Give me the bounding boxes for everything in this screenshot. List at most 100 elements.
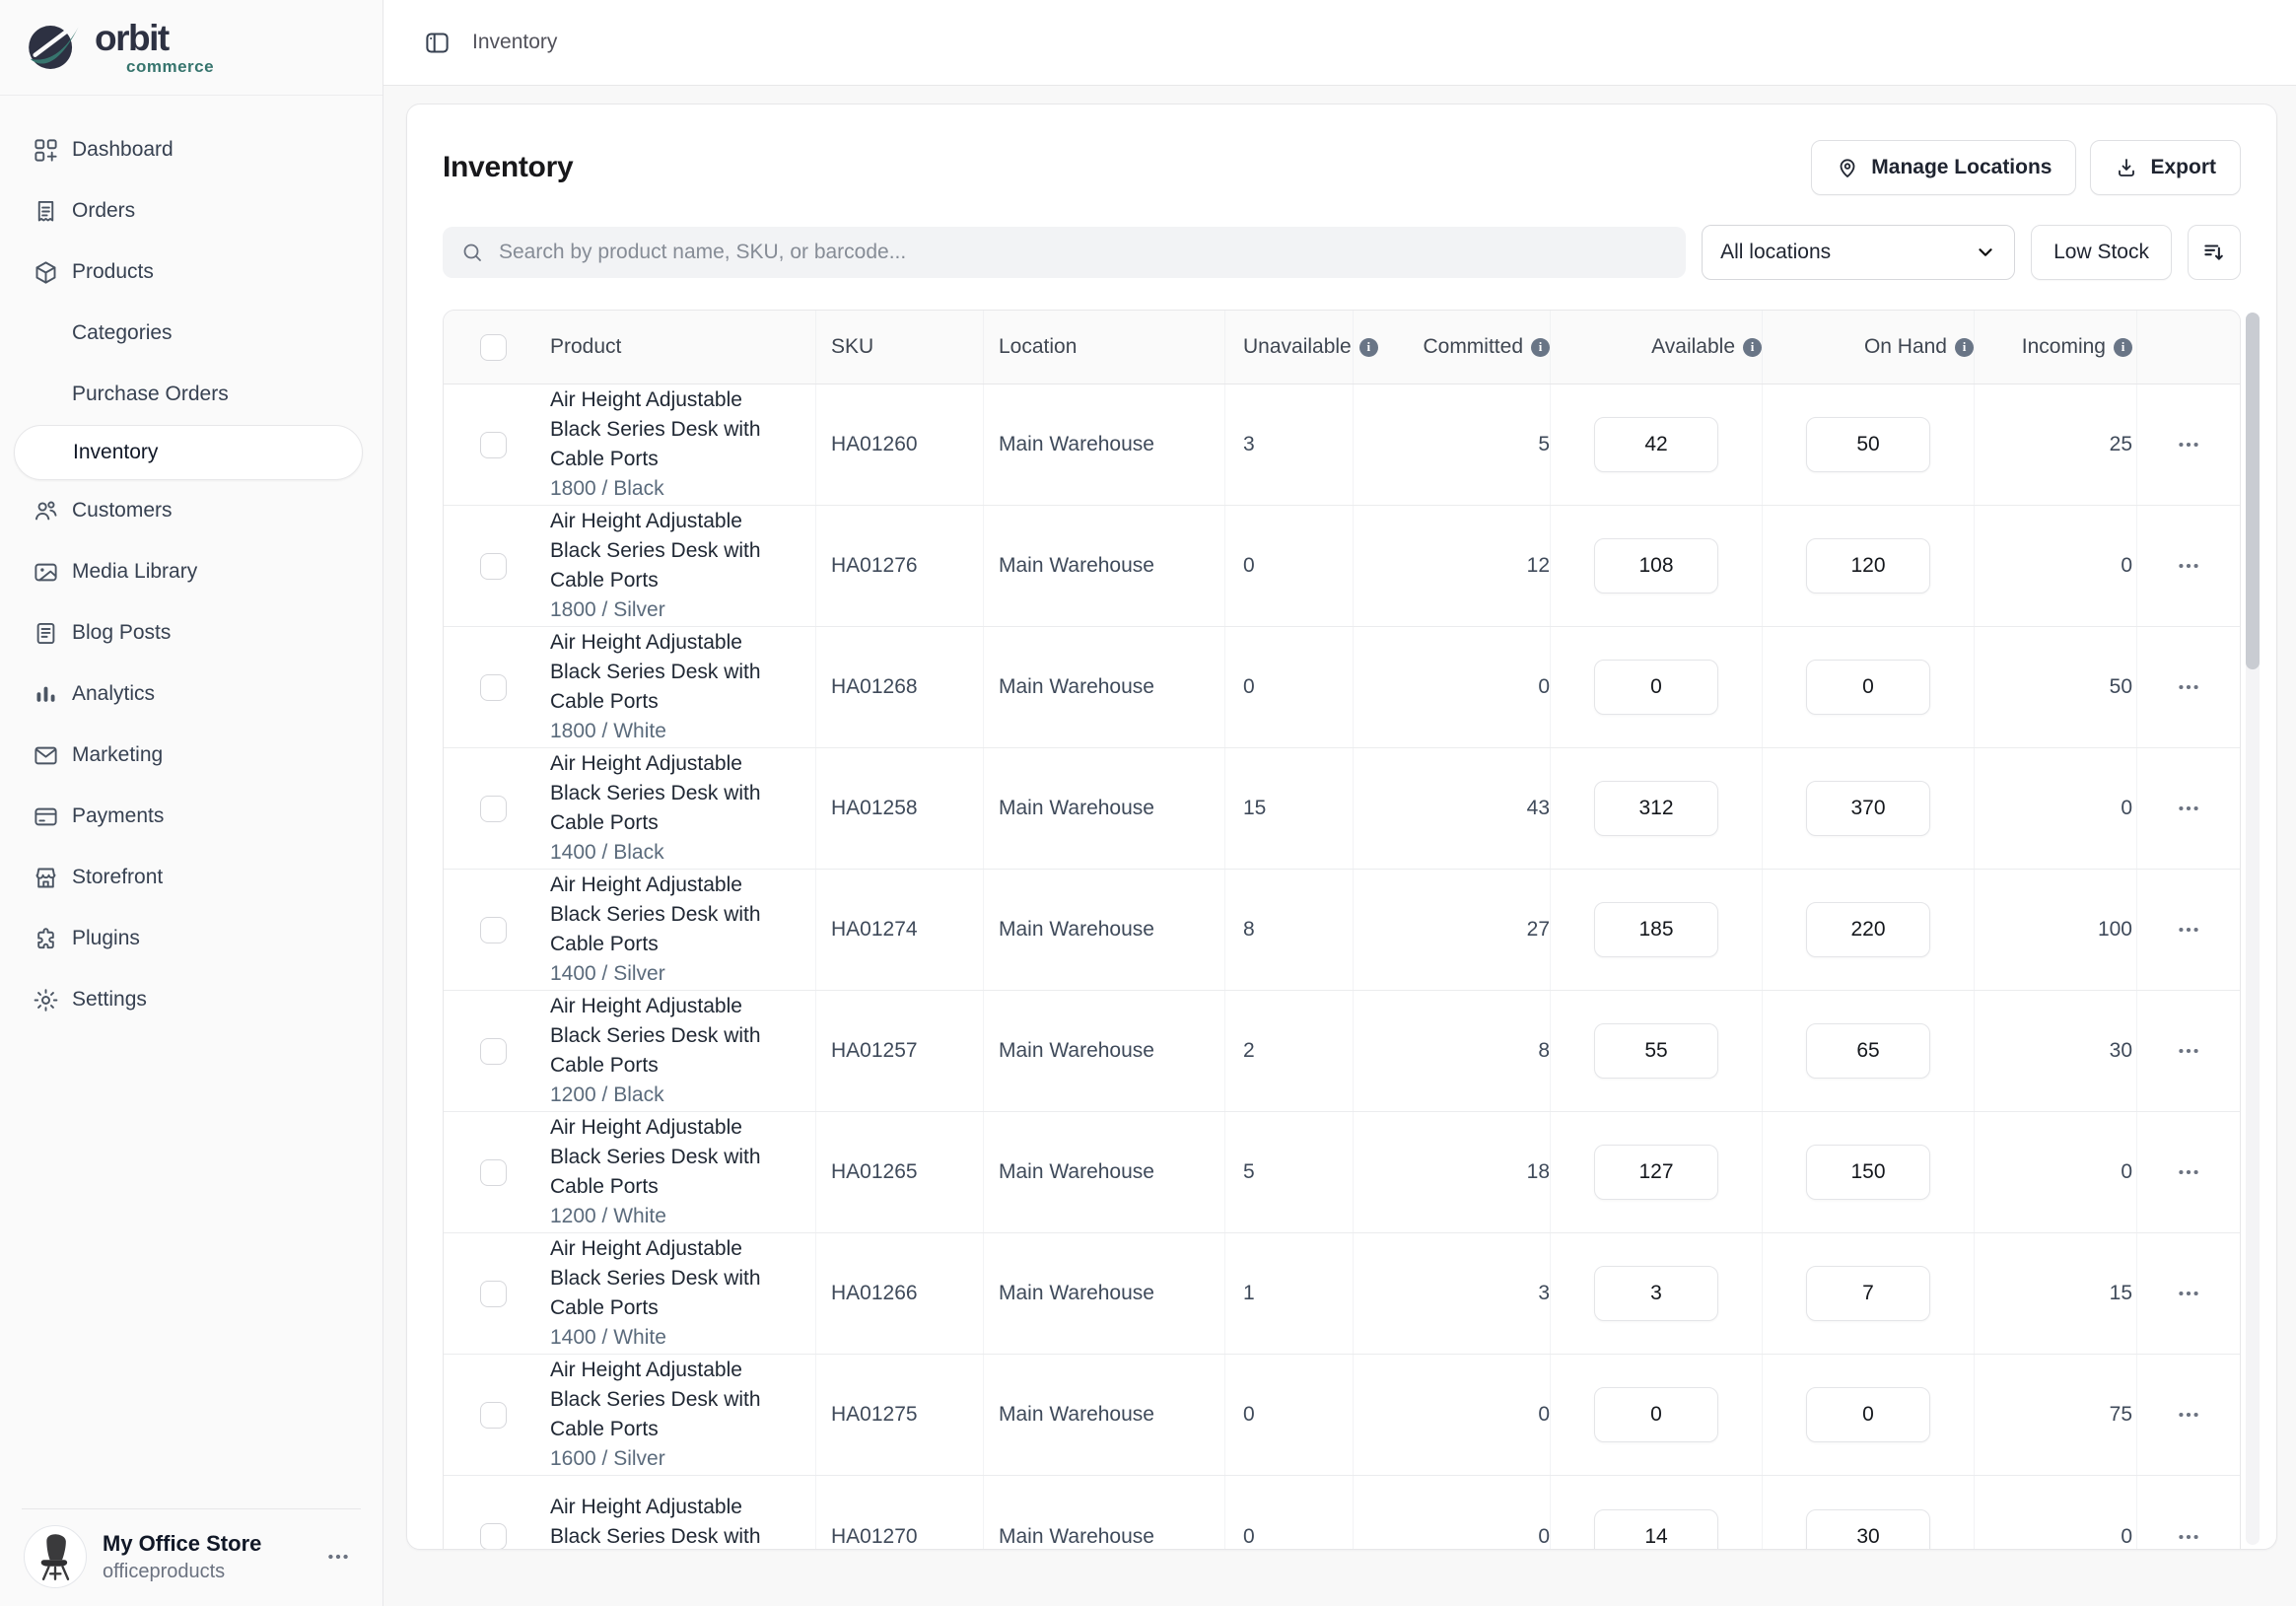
info-icon[interactable]: i <box>2114 338 2132 357</box>
available-quantity-input[interactable]: 14 <box>1594 1509 1718 1551</box>
on-hand-quantity-input[interactable]: 370 <box>1806 781 1930 836</box>
row-actions-button[interactable] <box>2172 913 2205 946</box>
row-actions-button[interactable] <box>2172 670 2205 704</box>
available-quantity-input[interactable]: 0 <box>1594 660 1718 715</box>
row-checkbox[interactable] <box>480 432 507 458</box>
on-hand-quantity-input[interactable]: 30 <box>1806 1509 1930 1551</box>
info-icon[interactable]: i <box>1955 338 1974 357</box>
topbar: Inventory <box>383 0 2296 86</box>
table-row: Air Height AdjustableBlack Series Desk w… <box>444 1476 2240 1550</box>
unavailable-value: 1 <box>1224 1233 1353 1354</box>
sidebar-item-products[interactable]: Products <box>0 242 383 303</box>
row-checkbox[interactable] <box>480 674 507 701</box>
table-scrollbar-track[interactable] <box>2246 313 2260 1545</box>
on-hand-quantity-input[interactable]: 150 <box>1806 1145 1930 1200</box>
available-quantity-input[interactable]: 127 <box>1594 1145 1718 1200</box>
app-window: orbit commerce Dashboard OrdersProductsCa… <box>0 0 2296 1606</box>
available-quantity-input[interactable]: 42 <box>1594 417 1718 472</box>
export-button[interactable]: Export <box>2090 140 2241 195</box>
sidebar-item-customers[interactable]: Customers <box>0 480 383 541</box>
sidebar-item-label: Dashboard <box>72 138 174 162</box>
location-filter-select[interactable]: All locations <box>1702 225 2015 280</box>
sidebar: orbit commerce Dashboard OrdersProductsCa… <box>0 0 383 1606</box>
available-quantity-input[interactable]: 55 <box>1594 1023 1718 1079</box>
available-quantity-input[interactable]: 312 <box>1594 781 1718 836</box>
row-actions-button[interactable] <box>2172 428 2205 461</box>
sort-button[interactable] <box>2188 225 2241 280</box>
committed-value: 43 <box>1353 748 1550 869</box>
row-actions-button[interactable] <box>2172 1034 2205 1068</box>
plugins-icon <box>33 926 59 952</box>
sidebar-subitem-purchase-orders[interactable]: Purchase Orders <box>0 364 383 425</box>
header-product: Product <box>542 311 815 384</box>
sidebar-item-marketing[interactable]: Marketing <box>0 725 383 786</box>
brand-logo[interactable]: orbit commerce <box>0 0 383 96</box>
row-checkbox[interactable] <box>480 553 507 580</box>
row-actions-button[interactable] <box>2172 1277 2205 1310</box>
sku-value: HA01268 <box>815 627 983 747</box>
sidebar-item-payments[interactable]: Payments <box>0 786 383 847</box>
sidebar-item-label: Marketing <box>72 743 163 767</box>
row-checkbox[interactable] <box>480 1159 507 1186</box>
sidebar-item-analytics[interactable]: Analytics <box>0 663 383 725</box>
row-actions-button[interactable] <box>2172 1520 2205 1551</box>
sidebar-item-settings[interactable]: Settings <box>0 969 383 1030</box>
available-quantity-input[interactable]: 185 <box>1594 902 1718 957</box>
row-checkbox[interactable] <box>480 1523 507 1550</box>
sidebar-item-dashboard[interactable]: Dashboard <box>0 119 383 180</box>
sidebar-item-storefront[interactable]: Storefront <box>0 847 383 908</box>
row-checkbox[interactable] <box>480 796 507 822</box>
table-row: Air Height AdjustableBlack Series Desk w… <box>444 1233 2240 1355</box>
sku-value: HA01260 <box>815 384 983 505</box>
row-checkbox[interactable] <box>480 1038 507 1065</box>
row-checkbox[interactable] <box>480 917 507 943</box>
sidebar-toggle-icon[interactable] <box>424 30 451 56</box>
sidebar-subitem-inventory[interactable]: Inventory <box>14 425 363 480</box>
available-quantity-input[interactable]: 108 <box>1594 538 1718 594</box>
row-actions-button[interactable] <box>2172 1155 2205 1189</box>
product-name: Air Height AdjustableBlack Series Desk w… <box>550 628 761 717</box>
row-checkbox[interactable] <box>480 1281 507 1307</box>
on-hand-quantity-input[interactable]: 0 <box>1806 660 1930 715</box>
sidebar-item-orders[interactable]: Orders <box>0 180 383 242</box>
incoming-value: 0 <box>1974 506 2136 626</box>
sidebar-item-plugins[interactable]: Plugins <box>0 908 383 969</box>
sidebar-subitem-categories[interactable]: Categories <box>0 303 383 364</box>
header-unavailable: Unavailable <box>1243 335 1352 359</box>
table-scrollbar-thumb[interactable] <box>2246 313 2260 669</box>
available-quantity-input[interactable]: 0 <box>1594 1387 1718 1442</box>
sidebar-item-label: Plugins <box>72 927 140 950</box>
low-stock-filter-button[interactable]: Low Stock <box>2031 225 2172 280</box>
available-quantity-input[interactable]: 3 <box>1594 1266 1718 1321</box>
row-actions-button[interactable] <box>2172 1398 2205 1431</box>
manage-locations-button[interactable]: Manage Locations <box>1811 140 2076 195</box>
store-avatar[interactable] <box>24 1525 87 1588</box>
row-actions-button[interactable] <box>2172 549 2205 583</box>
product-variant: 1800 / Black <box>550 474 761 504</box>
on-hand-quantity-input[interactable]: 120 <box>1806 538 1930 594</box>
committed-value: 0 <box>1353 1355 1550 1475</box>
table-row: Air Height AdjustableBlack Series Desk w… <box>444 506 2240 627</box>
location-value: Main Warehouse <box>983 384 1224 505</box>
sidebar-item-media-library[interactable]: Media Library <box>0 541 383 602</box>
search-input[interactable] <box>497 240 1668 265</box>
account-menu-button[interactable] <box>319 1538 357 1575</box>
select-all-checkbox[interactable] <box>480 334 507 361</box>
on-hand-quantity-input[interactable]: 0 <box>1806 1387 1930 1442</box>
info-icon[interactable]: i <box>1531 338 1550 357</box>
row-checkbox[interactable] <box>480 1402 507 1429</box>
on-hand-quantity-input[interactable]: 65 <box>1806 1023 1930 1079</box>
sidebar-item-label: Analytics <box>72 682 155 706</box>
on-hand-quantity-input[interactable]: 50 <box>1806 417 1930 472</box>
row-actions-button[interactable] <box>2172 792 2205 825</box>
info-icon[interactable]: i <box>1743 338 1762 357</box>
product-name: Air Height AdjustableBlack Series Desk w… <box>550 992 761 1081</box>
incoming-value: 50 <box>1974 627 2136 747</box>
product-name: Air Height AdjustableBlack Series Desk w… <box>550 507 761 595</box>
sidebar-item-blog-posts[interactable]: Blog Posts <box>0 602 383 663</box>
committed-value: 0 <box>1353 627 1550 747</box>
customers-icon <box>33 498 59 524</box>
on-hand-quantity-input[interactable]: 220 <box>1806 902 1930 957</box>
on-hand-quantity-input[interactable]: 7 <box>1806 1266 1930 1321</box>
table-row: Air Height AdjustableBlack Series Desk w… <box>444 991 2240 1112</box>
